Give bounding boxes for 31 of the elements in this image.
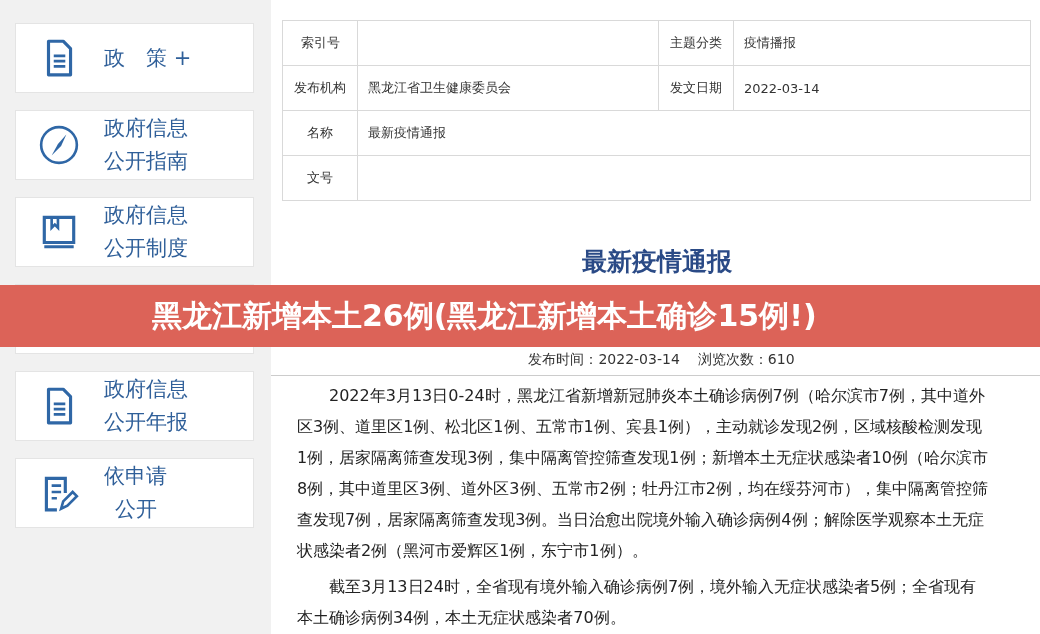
table-cell: 最新疫情通报 bbox=[357, 110, 1031, 156]
table-cell: 黑龙江省卫生健康委员会 bbox=[357, 65, 659, 111]
sidebar-item[interactable]: 依申请 公开 bbox=[15, 458, 254, 528]
sidebar-label: 公开 bbox=[114, 496, 157, 523]
table-cell: 2022-03-14 bbox=[733, 65, 1031, 111]
table-label-cell: 发文日期 bbox=[658, 65, 734, 111]
table-label-cell: 索引号 bbox=[282, 20, 358, 66]
table-cell: 疫情播报 bbox=[733, 20, 1031, 66]
article-paragraph: 2022年3月13日0-24时，黑龙江省新增新冠肺炎本土确诊病例7例（哈尔滨市7例，其中道外区3例、道里区1例、松北区1例、五常市1例、宾县1例），主动就诊发现2例，区域核酸检测发现1例，居家隔离筛查发现3例，集中隔离管控筛查发现1例；新增本土无症状感染者10例（哈尔滨市8例，其中道里区3例、道外区3例、五常市2例；牡丹江市2例，均在绥芬河市），集中隔离管控筛查发现7例，居家隔离筛查发现3例。当日治愈出院境外输入确诊病例4例；解除医学观察本土无症状感染者2例（黑河市爱辉区1例，东宁市1例）。 bbox=[297, 385, 988, 562]
headline-text: 黑龙江新增本土26例(黑龙江新增本土确诊15例!) bbox=[152, 296, 817, 335]
sidebar-item[interactable]: 政 策 + bbox=[15, 23, 254, 93]
compass-icon bbox=[38, 124, 80, 166]
sidebar-label: 政府信息 bbox=[104, 202, 188, 229]
table-label-cell: 发布机构 bbox=[282, 65, 358, 111]
sidebar-label: 公开年报 bbox=[104, 409, 188, 436]
sidebar-label: 政 策 + bbox=[104, 44, 192, 72]
sidebar-label: 政府信息 bbox=[104, 115, 188, 142]
sidebar-item[interactable]: 政府信息 公开年报 bbox=[15, 371, 254, 441]
table-label-cell: 文号 bbox=[282, 155, 358, 201]
sidebar-label: 公开指南 bbox=[104, 148, 188, 175]
article-paragraph: 截至3月13日24时，全省现有境外输入确诊病例7例，境外输入无症状感染者5例；全省现有本土确诊病例34例，本土无症状感染者70例。 bbox=[297, 576, 978, 629]
sidebar-label: 政府信息 bbox=[104, 376, 188, 403]
table-label-cell: 主题分类 bbox=[658, 20, 734, 66]
sidebar-label: 公开制度 bbox=[104, 235, 188, 262]
table-label-cell: 名称 bbox=[282, 110, 358, 156]
publish-time: 发布时间：2022-03-14 bbox=[528, 351, 680, 369]
sidebar-label: 依申请 bbox=[104, 463, 167, 490]
sidebar-item[interactable]: 政府信息 公开指南 bbox=[15, 110, 254, 180]
view-count: 浏览次数：610 bbox=[697, 351, 795, 369]
sidebar-item[interactable]: 政府信息 公开制度 bbox=[15, 197, 254, 267]
article-title: 最新疫情通报 bbox=[580, 246, 733, 278]
